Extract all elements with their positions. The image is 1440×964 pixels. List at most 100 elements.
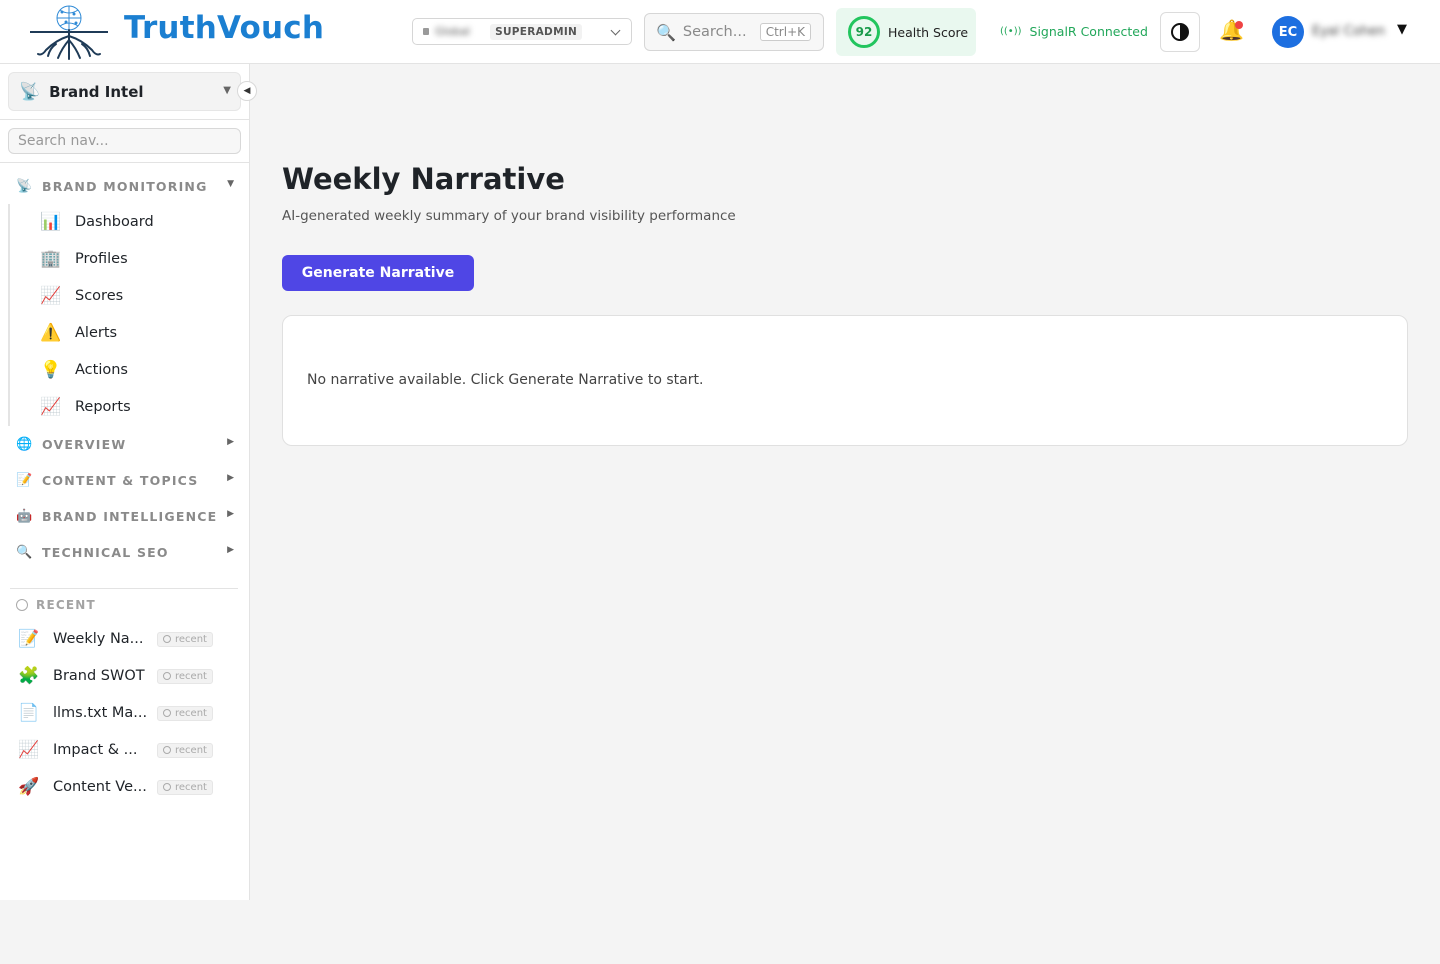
nav-group-overview[interactable]: 🌐 OVERVIEW ▶ xyxy=(16,433,238,455)
sidebar-item-alerts[interactable]: ⚠️ Alerts xyxy=(40,318,230,348)
brand-name[interactable]: TruthVouch xyxy=(124,10,324,46)
nav-group-brand-intelligence[interactable]: 🤖 BRAND INTELLIGENCE ▶ xyxy=(16,505,238,527)
rocket-icon: 🚀 xyxy=(18,777,40,797)
notification-dot xyxy=(1235,21,1243,29)
empty-state-text: No narrative available. Click Generate N… xyxy=(307,372,704,388)
document-icon: 📄 xyxy=(18,703,40,723)
memo-icon: 📝 xyxy=(18,629,40,649)
collapse-sidebar-button[interactable]: ◀ xyxy=(237,81,257,101)
clock-icon xyxy=(163,672,171,680)
sidebar-item-label: Actions xyxy=(75,362,128,378)
nav-rail xyxy=(8,204,10,426)
nav-group-label: BRAND MONITORING xyxy=(42,178,208,194)
sidebar-item-label: Profiles xyxy=(75,251,128,267)
caret-down-icon: ▼ xyxy=(227,179,234,189)
recent-badge-label: recent xyxy=(175,670,207,682)
recent-badge-label: recent xyxy=(175,744,207,756)
sidebar-item-actions[interactable]: 💡 Actions xyxy=(40,355,230,385)
clock-icon xyxy=(163,746,171,754)
recent-item[interactable]: 📄 llms.txt Ma... recent xyxy=(18,698,228,728)
sidebar-item-dashboard[interactable]: 📊 Dashboard xyxy=(40,207,230,237)
caret-right-icon: ▶ xyxy=(227,545,234,555)
caret-right-icon: ▶ xyxy=(227,473,234,483)
sidebar-item-label: Scores xyxy=(75,288,124,304)
health-score-widget[interactable]: 92 Health Score xyxy=(836,8,976,56)
global-search[interactable]: 🔍 Search... Ctrl+K xyxy=(644,13,824,51)
nav-group-label: OVERVIEW xyxy=(42,436,127,452)
puzzle-icon: 🧩 xyxy=(18,666,40,686)
page-title: Weekly Narrative xyxy=(282,162,565,196)
sidebar-item-scores[interactable]: 📈 Scores xyxy=(40,281,230,311)
connection-status: ((•)) SignalR Connected xyxy=(1000,24,1148,39)
sidebar: 📡 Brand Intel ▼ ◀ Search nav... 📡 BRAND … xyxy=(0,64,257,900)
signal-icon: ((•)) xyxy=(1000,26,1022,37)
sidebar-item-label: Dashboard xyxy=(75,214,154,230)
recent-item[interactable]: 📝 Weekly Na... recent xyxy=(18,624,228,654)
nav-search-input[interactable]: Search nav... xyxy=(8,128,241,154)
recent-item[interactable]: 🧩 Brand SWOT recent xyxy=(18,661,228,691)
user-name[interactable]: Eyal Cohen xyxy=(1312,24,1385,39)
caret-down-icon[interactable]: ▼ xyxy=(1397,22,1407,37)
magnifier-icon: 🔍 xyxy=(16,544,33,560)
recent-item-label: Content Ve... xyxy=(53,779,147,795)
recent-badge: recent xyxy=(157,779,213,795)
divider xyxy=(0,162,249,163)
caret-right-icon: ▶ xyxy=(227,437,234,447)
bar-chart-icon: 📊 xyxy=(40,212,62,232)
recent-badge: recent xyxy=(157,631,213,647)
clock-icon xyxy=(163,709,171,717)
recent-badge: recent xyxy=(157,705,213,721)
module-label: Brand Intel xyxy=(49,82,144,101)
health-score-ring: 92 xyxy=(848,16,880,48)
nav-group-content-topics[interactable]: 📝 CONTENT & TOPICS ▶ xyxy=(16,469,238,491)
search-shortcut: Ctrl+K xyxy=(759,23,811,41)
avatar[interactable]: EC xyxy=(1272,16,1304,48)
top-bar: TruthVouch Global SUPERADMIN 🔍 Search...… xyxy=(0,0,1440,64)
sidebar-item-label: Reports xyxy=(75,399,131,415)
trend-chart-icon: 📈 xyxy=(40,397,62,417)
tenant-selector[interactable]: Global SUPERADMIN xyxy=(412,18,632,45)
nav-group-label: CONTENT & TOPICS xyxy=(42,472,199,488)
recent-badge-label: recent xyxy=(175,781,207,793)
satellite-icon: 📡 xyxy=(16,178,33,194)
clock-icon xyxy=(16,599,28,611)
generate-narrative-button[interactable]: Generate Narrative xyxy=(282,255,474,291)
role-badge: SUPERADMIN xyxy=(490,23,583,40)
sidebar-item-reports[interactable]: 📈 Reports xyxy=(40,392,230,422)
divider xyxy=(10,588,238,589)
divider xyxy=(0,119,249,120)
recent-label: RECENT xyxy=(36,598,96,612)
nav-group-label: BRAND INTELLIGENCE xyxy=(42,508,218,524)
sidebar-item-label: Alerts xyxy=(75,325,118,341)
recent-badge: recent xyxy=(157,742,213,758)
warning-icon: ⚠️ xyxy=(40,323,62,343)
sidebar-item-profiles[interactable]: 🏢 Profiles xyxy=(40,244,230,274)
page-subtitle: AI-generated weekly summary of your bran… xyxy=(282,208,736,224)
clock-icon xyxy=(163,635,171,643)
trend-chart-icon: 📈 xyxy=(18,740,40,760)
health-score-label: Health Score xyxy=(888,24,969,40)
contrast-icon xyxy=(1171,23,1189,41)
recent-item-label: Impact & ... xyxy=(53,742,138,758)
nav-group-label: TECHNICAL SEO xyxy=(42,544,169,560)
memo-icon: 📝 xyxy=(16,472,33,488)
caret-down-icon: ▼ xyxy=(223,85,231,96)
recent-item[interactable]: 🚀 Content Ve... recent xyxy=(18,772,228,802)
recent-heading: RECENT xyxy=(16,598,96,612)
tree-logo-icon[interactable] xyxy=(26,4,112,60)
recent-item[interactable]: 📈 Impact & ... recent xyxy=(18,735,228,765)
lock-icon xyxy=(423,28,429,35)
clock-icon xyxy=(163,783,171,791)
nav-group-brand-monitoring[interactable]: 📡 BRAND MONITORING ▼ xyxy=(16,175,238,197)
theme-toggle-button[interactable] xyxy=(1160,12,1200,52)
recent-item-label: llms.txt Ma... xyxy=(53,705,148,721)
module-selector[interactable]: 📡 Brand Intel ▼ xyxy=(8,72,241,111)
robot-icon: 🤖 xyxy=(16,508,33,524)
chevron-down-icon xyxy=(610,25,621,36)
recent-item-label: Brand SWOT xyxy=(53,668,145,684)
building-icon: 🏢 xyxy=(40,249,62,269)
satellite-icon: 📡 xyxy=(19,81,41,102)
globe-icon: 🌐 xyxy=(16,436,33,452)
recent-item-label: Weekly Na... xyxy=(53,631,144,647)
nav-group-technical-seo[interactable]: 🔍 TECHNICAL SEO ▶ xyxy=(16,541,238,563)
